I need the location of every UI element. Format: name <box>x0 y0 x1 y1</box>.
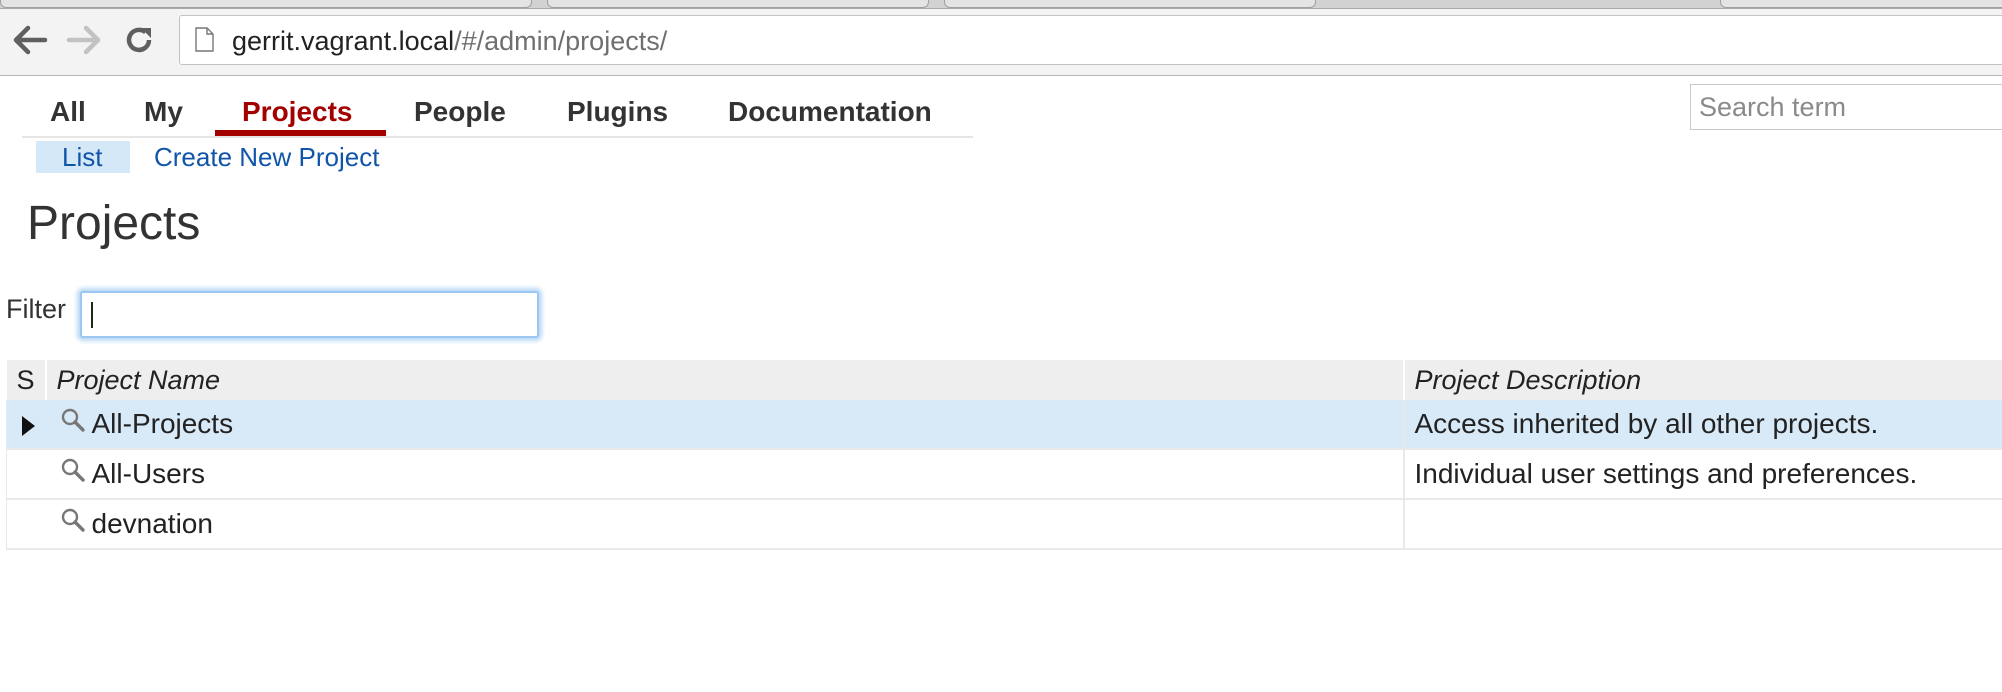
address-bar[interactable]: gerrit.vagrant.local/#/admin/projects/ <box>179 15 2002 65</box>
browser-tab[interactable] <box>0 0 532 8</box>
forward-arrow-icon[interactable] <box>64 20 104 60</box>
browser-toolbar: gerrit.vagrant.local/#/admin/projects/ <box>0 9 2002 76</box>
projects-table: S Project Name Project Description All-P… <box>6 360 2002 550</box>
browser-tab[interactable] <box>547 0 929 8</box>
text-caret <box>91 302 93 328</box>
project-description: Access inherited by all other projects. <box>1402 400 2002 450</box>
project-name-link[interactable]: All-Users <box>92 458 206 490</box>
menu-item-plugins[interactable]: Plugins <box>567 84 668 136</box>
project-name-link[interactable]: devnation <box>92 508 213 540</box>
column-header-status: S <box>6 360 47 400</box>
project-name-cell: devnation <box>45 499 1404 550</box>
table-row[interactable]: All-Projects Access inherited by all oth… <box>6 400 2002 450</box>
page-title: Projects <box>27 197 201 250</box>
row-pointer-icon <box>21 415 35 436</box>
search-input[interactable] <box>1690 84 2002 130</box>
column-header-project-description: Project Description <box>1403 360 2002 400</box>
url-host: gerrit.vagrant.local <box>232 26 455 56</box>
status-cell <box>6 400 46 450</box>
menu-item-documentation[interactable]: Documentation <box>728 84 932 136</box>
menu-item-projects[interactable]: Projects <box>215 84 386 136</box>
reload-icon[interactable] <box>119 20 159 60</box>
status-cell <box>6 449 46 500</box>
url-path: /#/admin/projects/ <box>454 26 668 56</box>
project-description: Individual user settings and preferences… <box>1402 449 2002 500</box>
column-header-project-name[interactable]: Project Name <box>45 360 1405 400</box>
project-name-cell: All-Users <box>45 449 1404 500</box>
menu-item-people[interactable]: People <box>414 84 506 136</box>
table-row[interactable]: devnation <box>6 499 2002 550</box>
page-icon <box>195 27 214 52</box>
magnifier-icon[interactable] <box>60 407 86 433</box>
table-header-row: S Project Name Project Description <box>6 360 2002 400</box>
project-name-link[interactable]: All-Projects <box>92 408 234 440</box>
menu-item-my[interactable]: My <box>144 84 183 136</box>
filter-label: Filter <box>6 294 66 324</box>
url-text: gerrit.vagrant.local/#/admin/projects/ <box>232 25 667 57</box>
magnifier-icon[interactable] <box>60 457 86 483</box>
browser-tab-strip <box>0 0 2002 9</box>
project-description <box>1402 499 2002 550</box>
submenu-list[interactable]: List <box>36 141 131 173</box>
table-row[interactable]: All-Users Individual user settings and p… <box>6 449 2002 500</box>
filter-input[interactable] <box>80 291 539 338</box>
project-name-cell: All-Projects <box>45 400 1404 450</box>
back-arrow-icon[interactable] <box>10 20 50 60</box>
magnifier-icon[interactable] <box>60 507 86 533</box>
browser-tab[interactable] <box>1720 0 2002 8</box>
menu-item-all[interactable]: All <box>50 84 86 136</box>
browser-tab[interactable] <box>944 0 1316 8</box>
top-menu-bar: All My Projects People Plugins Documenta… <box>22 84 973 138</box>
submenu-create-new-project[interactable]: Create New Project <box>154 141 379 173</box>
status-cell <box>6 499 46 550</box>
